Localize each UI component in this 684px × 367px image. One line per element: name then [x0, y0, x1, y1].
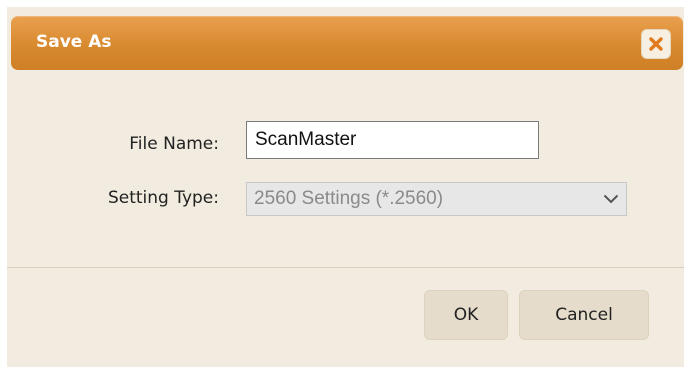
ok-button[interactable]: OK [424, 290, 508, 340]
dialog-title: Save As [36, 32, 112, 52]
setting-type-select[interactable]: 2560 Settings (*.2560) [246, 182, 627, 216]
cancel-button[interactable]: Cancel [519, 290, 649, 340]
close-icon [649, 37, 663, 51]
dialog-titlebar[interactable]: Save As [11, 16, 683, 70]
footer-divider [7, 267, 684, 268]
file-name-label: File Name: [129, 134, 219, 154]
file-name-input[interactable] [246, 121, 539, 159]
setting-type-value: 2560 Settings (*.2560) [254, 188, 444, 209]
save-as-dialog: Save As File Name: Setting Type: 2560 Se… [7, 7, 684, 367]
chevron-down-icon [596, 194, 626, 204]
setting-type-label: Setting Type: [107, 188, 219, 208]
close-button[interactable] [641, 29, 671, 59]
